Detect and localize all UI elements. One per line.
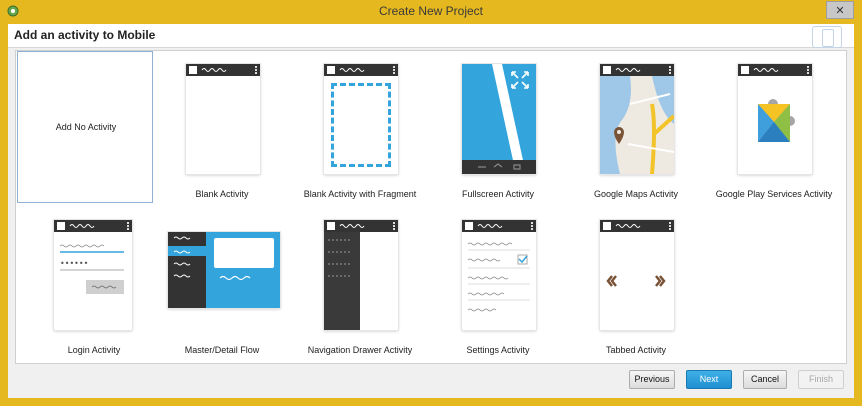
window-title: Create New Project: [378, 4, 484, 18]
maps-icon: [600, 64, 674, 174]
title-bar: Create New Project ✕: [0, 0, 862, 24]
activity-label: Add No Activity: [55, 122, 117, 132]
svg-text:••••••: ••••••: [60, 259, 88, 268]
activity-tile-fullscreen[interactable]: Fullscreen Activity: [430, 51, 566, 203]
activity-label: Google Play Services Activity: [715, 189, 833, 199]
finish-button[interactable]: Finish: [798, 370, 844, 389]
activity-tile-login[interactable]: •••••• Login Activity: [16, 207, 152, 359]
activity-tile-settings[interactable]: Settings Activity: [430, 207, 566, 359]
tabbed-icon: [600, 220, 674, 330]
wizard-header: Add an activity to Mobile: [8, 24, 854, 48]
fullscreen-icon: [462, 64, 536, 174]
close-icon: ✕: [835, 4, 845, 17]
activity-tile-blank[interactable]: Blank Activity: [154, 51, 290, 203]
activity-label: Master/Detail Flow: [184, 345, 260, 355]
activity-label: Blank Activity with Fragment: [303, 189, 417, 199]
settings-icon: [462, 220, 536, 330]
next-button[interactable]: Next: [686, 370, 732, 389]
previous-button[interactable]: Previous: [629, 370, 675, 389]
activity-label: Fullscreen Activity: [461, 189, 535, 199]
activity-label: Settings Activity: [466, 345, 530, 355]
activity-tile-nav-drawer[interactable]: Navigation Drawer Activity: [292, 207, 428, 359]
close-button[interactable]: ✕: [826, 1, 854, 19]
activity-gallery: Add No Activity Blank Activity Blank Act…: [15, 50, 847, 364]
dialog-window: Create New Project ✕ Add an activity to …: [0, 0, 862, 406]
page-title: Add an activity to Mobile: [14, 28, 156, 42]
activity-label: Tabbed Activity: [605, 345, 667, 355]
button-bar: Previous Next Cancel Finish: [8, 366, 854, 398]
activity-tile-maps[interactable]: Google Maps Activity: [568, 51, 704, 203]
blank-fragment-icon: [324, 64, 398, 174]
activity-tile-blank-fragment[interactable]: Blank Activity with Fragment: [292, 51, 428, 203]
nav-drawer-icon: [324, 220, 398, 330]
activity-tile-play-services[interactable]: Google Play Services Activity: [706, 51, 842, 203]
login-icon: ••••••: [54, 220, 132, 330]
activity-label: Blank Activity: [195, 189, 249, 199]
activity-tile-no-activity[interactable]: Add No Activity: [17, 51, 153, 203]
activity-tile-tabbed[interactable]: Tabbed Activity: [568, 207, 704, 359]
master-detail-icon: [168, 232, 280, 308]
cancel-button[interactable]: Cancel: [743, 370, 787, 389]
blank-activity-icon: [186, 64, 260, 174]
play-services-icon: [738, 64, 812, 174]
mobile-device-icon: [812, 26, 842, 48]
activity-label: Navigation Drawer Activity: [307, 345, 413, 355]
activity-tile-master-detail[interactable]: Master/Detail Flow: [154, 207, 290, 359]
activity-label: Google Maps Activity: [593, 189, 679, 199]
dialog-content: Add an activity to Mobile Add No Activit…: [8, 24, 854, 398]
